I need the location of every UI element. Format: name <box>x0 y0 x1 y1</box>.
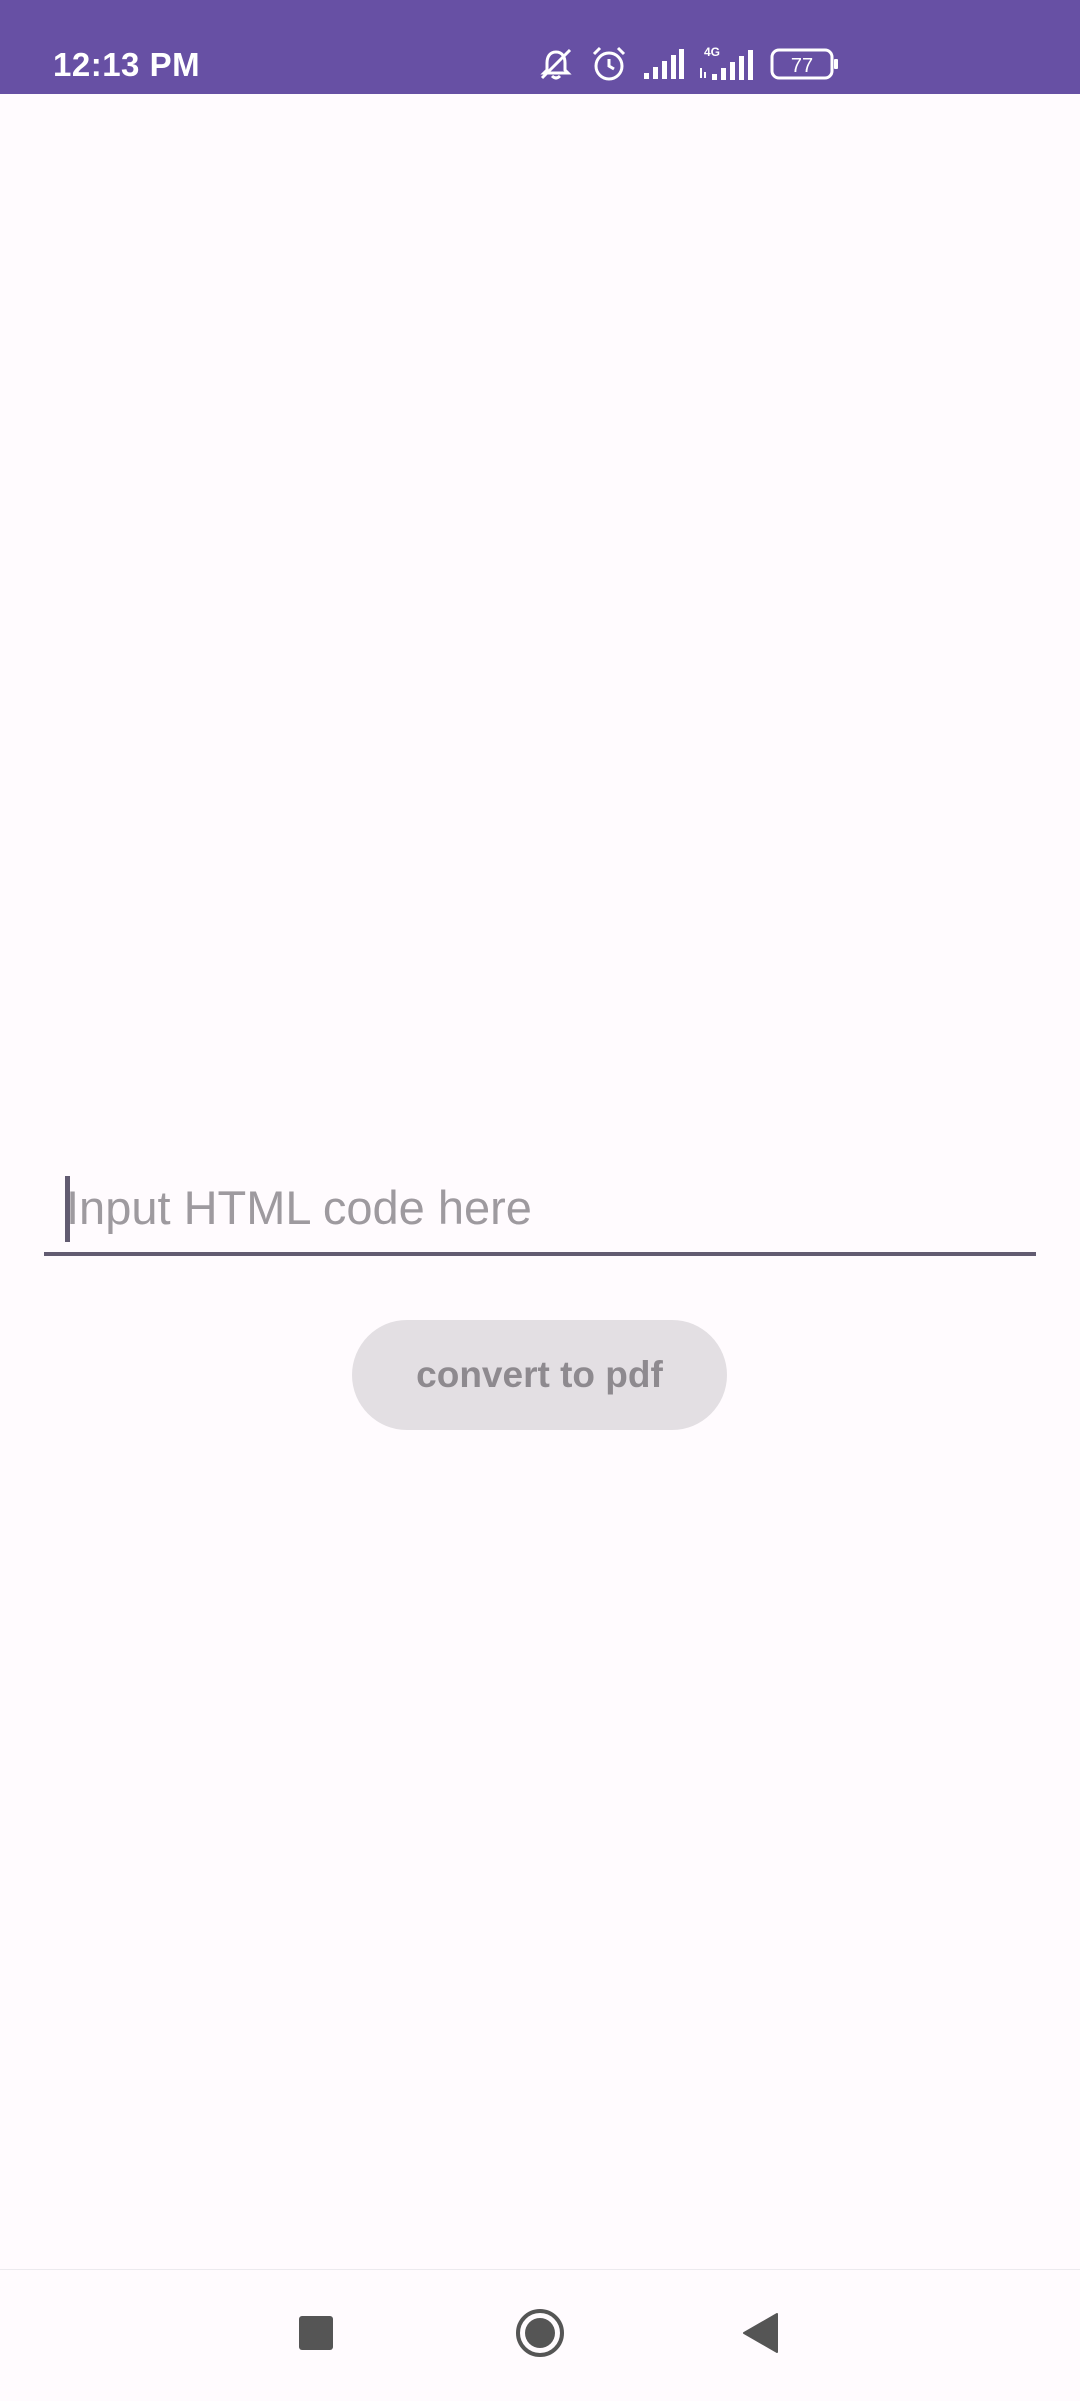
status-bar: 12:13 PM 4G 77 <box>0 0 1080 94</box>
navigation-bar <box>0 2269 1080 2401</box>
status-icons: 4G 77 <box>522 44 840 84</box>
recents-button[interactable] <box>256 2270 376 2401</box>
svg-text:4G: 4G <box>704 45 720 59</box>
signal-4g-icon: 4G <box>698 44 756 84</box>
vibrate-off-icon <box>536 46 576 82</box>
back-triangle-icon <box>741 2312 779 2359</box>
alarm-icon <box>590 45 628 83</box>
html-input-field[interactable] <box>44 1164 1036 1256</box>
html-code-input[interactable] <box>66 1164 1026 1250</box>
recents-square-icon <box>298 2315 334 2356</box>
svg-text:77: 77 <box>791 55 813 77</box>
home-button[interactable] <box>480 2270 600 2401</box>
main-content: convert to pdf <box>0 94 1080 2269</box>
back-button[interactable] <box>700 2270 820 2401</box>
home-circle-icon <box>514 2307 566 2364</box>
status-time: 12:13 PM <box>53 46 201 83</box>
convert-to-pdf-button[interactable]: convert to pdf <box>352 1320 727 1430</box>
battery-icon: 77 <box>770 47 840 81</box>
signal-icon <box>642 47 684 81</box>
